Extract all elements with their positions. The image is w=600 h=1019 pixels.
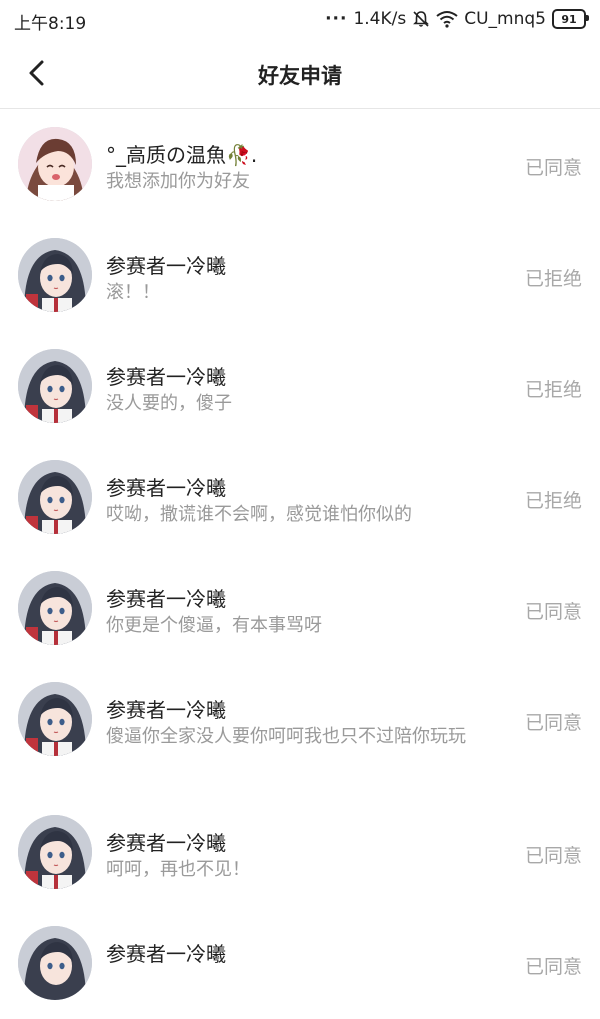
status-indicators: ··· 1.4K/s CU_mnq5 91: [325, 9, 589, 29]
request-status: 已同意: [524, 712, 582, 734]
carrier-name: CU_mnq5: [464, 9, 546, 29]
request-status: 已拒绝: [524, 379, 582, 401]
request-status: 已同意: [524, 845, 582, 867]
battery-icon: 91: [552, 9, 589, 29]
request-message: 哎呦，撒谎谁不会啊，感觉谁怕你似的: [106, 504, 412, 525]
requester-name: °_高质の温魚🥀.: [106, 143, 258, 167]
battery-level: 91: [561, 12, 577, 26]
page-title: 好友申请: [258, 64, 342, 88]
avatar[interactable]: [18, 682, 92, 756]
net-speed: 1.4K/s: [353, 9, 407, 29]
list-item[interactable]: 参赛者一冷曦 滚！！ 已拒绝: [0, 220, 600, 331]
requester-name: 参赛者一冷曦: [106, 476, 226, 500]
avatar[interactable]: [18, 238, 92, 312]
list-item[interactable]: 参赛者一冷曦 已同意: [0, 908, 600, 1019]
list-item[interactable]: 参赛者一冷曦 呵呵，再也不见！ 已同意: [0, 797, 600, 908]
request-message: 傻逼你全家没人要你呵呵我也只不过陪你玩玩: [106, 726, 466, 747]
requester-name: 参赛者一冷曦: [106, 698, 226, 722]
requester-name: 参赛者一冷曦: [106, 587, 226, 611]
status-bar: 上午8:19 ··· 1.4K/s CU_mnq5 91: [0, 0, 600, 40]
bell-muted-icon: [412, 10, 430, 28]
request-status: 已拒绝: [524, 268, 582, 290]
nav-bar: 好友申请: [0, 40, 600, 109]
requester-name: 参赛者一冷曦: [106, 942, 226, 966]
list-item[interactable]: 参赛者一冷曦 哎呦，撒谎谁不会啊，感觉谁怕你似的 已拒绝: [0, 442, 600, 553]
wifi-icon: [436, 10, 458, 28]
request-message: 没人要的，傻子: [106, 393, 232, 414]
avatar[interactable]: [18, 127, 92, 201]
request-status: 已同意: [524, 157, 582, 179]
request-status: 已同意: [524, 601, 582, 623]
list-item[interactable]: 参赛者一冷曦 你更是个傻逼，有本事骂呀 已同意: [0, 553, 600, 664]
avatar[interactable]: [18, 926, 92, 1000]
list-item[interactable]: °_高质の温魚🥀. 我想添加你为好友 已同意: [0, 109, 600, 220]
list-item[interactable]: 参赛者一冷曦 没人要的，傻子 已拒绝: [0, 331, 600, 442]
status-time: 上午8:19: [14, 14, 87, 34]
requester-name: 参赛者一冷曦: [106, 365, 226, 389]
more-dots-icon: ···: [325, 9, 348, 29]
requester-name: 参赛者一冷曦: [106, 831, 226, 855]
avatar[interactable]: [18, 349, 92, 423]
requester-name: 参赛者一冷曦: [106, 254, 226, 278]
request-message: 我想添加你为好友: [106, 171, 250, 192]
request-status: 已同意: [524, 956, 582, 978]
avatar[interactable]: [18, 815, 92, 889]
request-message: 滚！！: [106, 282, 160, 303]
request-message: 你更是个傻逼，有本事骂呀: [106, 615, 322, 636]
request-status: 已拒绝: [524, 490, 582, 512]
list-item[interactable]: 参赛者一冷曦 傻逼你全家没人要你呵呵我也只不过陪你玩玩 已同意: [0, 664, 600, 797]
avatar[interactable]: [18, 571, 92, 645]
avatar[interactable]: [18, 460, 92, 534]
request-message: 呵呵，再也不见！: [106, 859, 250, 880]
friend-request-list: °_高质の温魚🥀. 我想添加你为好友 已同意 参赛者一冷曦 滚！！ 已拒绝 参赛…: [0, 109, 600, 1019]
